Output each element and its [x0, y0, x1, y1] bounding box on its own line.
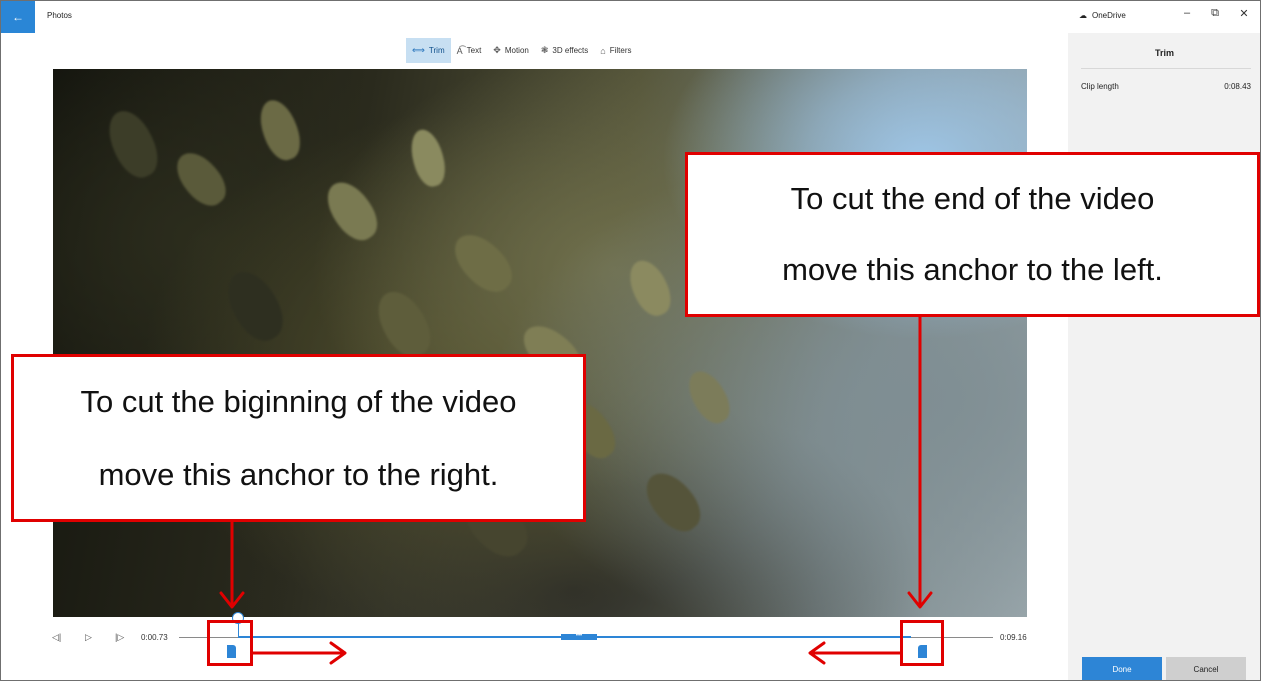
photos-app-window: ← Photos ⟺ Trim A͡ Text ✥ Motion ❃ 3D ef…: [0, 0, 1261, 681]
annotation-arrows: [219, 315, 933, 665]
